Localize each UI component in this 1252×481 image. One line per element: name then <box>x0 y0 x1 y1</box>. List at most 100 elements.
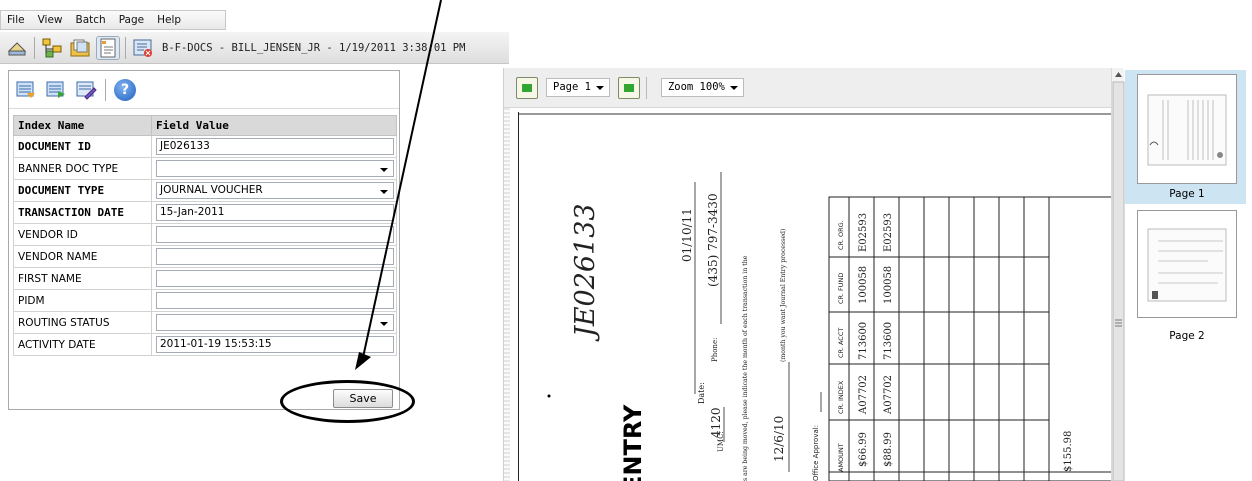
panel-toolbar-separator <box>105 78 106 101</box>
page-thumbnails-panel: Page 1 Page 2 <box>1125 68 1252 481</box>
index-fields-table: Index Name Field Value DOCUMENT ID JE026… <box>13 115 397 356</box>
table-row: ROUTING STATUS <box>13 311 397 334</box>
viewer-vertical-scrollbar[interactable] <box>1111 68 1125 481</box>
total-amount: $155.98 <box>1063 431 1074 472</box>
field-name: DOCUMENT ID <box>13 135 152 158</box>
handwritten-document-id: JE026133 <box>570 203 601 342</box>
batch-tree-icon[interactable] <box>41 37 63 59</box>
toolbar-separator <box>125 36 126 59</box>
column-header-cr-fund: CR. FUND <box>837 273 845 304</box>
folder-documents-icon[interactable] <box>69 37 91 59</box>
next-page-icon[interactable] <box>617 76 640 99</box>
table-row: VENDOR NAME <box>13 245 397 268</box>
office-approval-label: Office Approval: <box>812 425 820 481</box>
document-canvas: JE026133 ENTRY Date: 01/10/11 Phone: (43… <box>516 112 1118 481</box>
help-icon[interactable]: ? <box>114 78 136 101</box>
field-name: ACTIVITY DATE <box>13 333 152 356</box>
routing-status-dropdown[interactable] <box>156 314 394 331</box>
date-value: 01/10/11 <box>680 208 694 262</box>
field-name: DOCUMENT TYPE <box>13 179 152 202</box>
umc-value: 4120 <box>709 407 723 438</box>
main-toolbar: B-F-DOCS - BILL_JENSEN_JR - 1/19/2011 3:… <box>0 32 509 64</box>
menu-view[interactable]: View <box>32 14 70 26</box>
cell-amount: $66.99 <box>858 432 869 467</box>
phone-label: Phone: <box>711 338 719 362</box>
first-name-field[interactable] <box>156 270 394 287</box>
field-name: BANNER DOC TYPE <box>13 157 152 180</box>
page-1-label: Page 1 <box>1169 188 1205 200</box>
column-header-cr-index: CR. INDEX <box>837 380 845 414</box>
scanner-icon[interactable] <box>6 37 28 59</box>
index-application-window: File View Batch Page Help B-F-DOCS - BIL… <box>0 0 509 481</box>
index-panel: ? Index Name Field Value DOCUMENT ID JE0… <box>8 70 400 410</box>
cell-cr-fund: 100058 <box>883 266 894 304</box>
index-document-icon[interactable] <box>96 35 120 60</box>
menu-bar: File View Batch Page Help <box>0 10 226 30</box>
field-name: ROUTING STATUS <box>13 311 152 334</box>
cell-cr-org: E02593 <box>858 213 869 252</box>
delete-document-icon[interactable] <box>132 37 154 59</box>
menu-help[interactable]: Help <box>151 14 188 26</box>
field-name: PIDM <box>13 289 152 312</box>
vendor-name-field[interactable] <box>156 248 394 265</box>
edit-fields-icon[interactable] <box>75 79 97 101</box>
scan-dot <box>547 394 551 398</box>
column-header-index-name: Index Name <box>13 115 152 136</box>
instruction-note: s are being moved, please indicate the m… <box>742 255 749 481</box>
cell-cr-acct: 713600 <box>858 322 869 360</box>
menu-batch[interactable]: Batch <box>70 14 113 26</box>
cell-cr-org: E02593 <box>883 213 894 252</box>
document-type-dropdown[interactable]: JOURNAL VOUCHER <box>156 182 394 199</box>
page-2-label: Page 2 <box>1169 330 1205 342</box>
transaction-date-field[interactable]: 15-Jan-2011 <box>156 204 394 221</box>
column-header-field-value: Field Value <box>151 115 397 136</box>
table-row: FIRST NAME <box>13 267 397 290</box>
table-row: VENDOR ID <box>13 223 397 246</box>
column-header-cr-org: CR. ORG. <box>837 220 845 250</box>
field-name: VENDOR NAME <box>13 245 152 268</box>
toolbar-separator <box>34 36 35 59</box>
cell-amount: $88.99 <box>883 432 894 467</box>
zoom-select[interactable]: Zoom 100% <box>660 78 744 97</box>
pidm-field[interactable] <box>156 292 394 309</box>
page-1-thumbnail[interactable] <box>1137 74 1237 184</box>
copy-fields-icon[interactable] <box>45 79 67 101</box>
field-name: VENDOR ID <box>13 223 152 246</box>
date-label: Date: <box>697 382 706 404</box>
page-2-thumbnail[interactable] <box>1137 210 1237 318</box>
scanned-document: JE026133 ENTRY Date: 01/10/11 Phone: (43… <box>519 113 1118 481</box>
field-name: FIRST NAME <box>13 267 152 290</box>
annotation-circle <box>280 380 415 423</box>
table-row: DOCUMENT ID JE026133 <box>13 135 397 158</box>
menu-file[interactable]: File <box>1 14 32 26</box>
month-value: 12/6/10 <box>772 416 786 462</box>
cell-cr-fund: 100058 <box>858 266 869 304</box>
menu-page[interactable]: Page <box>113 14 151 26</box>
table-row: BANNER DOC TYPE <box>13 157 397 180</box>
column-header-amount: AMOUNT <box>837 443 845 472</box>
splitter-handle[interactable] <box>504 68 510 481</box>
banner-doc-type-dropdown[interactable] <box>156 160 394 177</box>
cell-cr-index: A07702 <box>883 375 894 415</box>
field-name: TRANSACTION DATE <box>13 201 152 224</box>
import-fields-icon[interactable] <box>15 79 37 101</box>
viewer-toolbar: Page 1 Zoom 100% <box>504 68 1116 108</box>
page-select[interactable]: Page 1 <box>546 78 610 97</box>
scanned-document-page: JE026133 ENTRY Date: 01/10/11 Phone: (43… <box>518 112 1118 481</box>
activity-date-field[interactable]: 2011-01-19 15:53:15 <box>156 336 394 353</box>
window-title: B-F-DOCS - BILL_JENSEN_JR - 1/19/2011 3:… <box>162 41 466 54</box>
document-viewer: Page 1 Zoom 100% JE026133 ENTRY Date: 01… <box>503 68 1125 481</box>
document-id-field[interactable]: JE026133 <box>156 138 394 155</box>
form-heading: ENTRY <box>619 404 647 481</box>
table-row: ACTIVITY DATE 2011-01-19 15:53:15 <box>13 333 397 356</box>
table-row: TRANSACTION DATE 15-Jan-2011 <box>13 201 397 224</box>
vendor-id-field[interactable] <box>156 226 394 243</box>
cell-cr-acct: 713600 <box>883 322 894 360</box>
table-row: PIDM <box>13 289 397 312</box>
index-panel-toolbar: ? <box>9 71 399 109</box>
viewer-toolbar-separator <box>645 76 647 99</box>
cell-cr-index: A07702 <box>858 375 869 415</box>
previous-page-icon[interactable] <box>516 76 538 99</box>
table-row: DOCUMENT TYPE JOURNAL VOUCHER <box>13 179 397 202</box>
column-header-cr-acct: CR. ACCT <box>837 328 845 358</box>
